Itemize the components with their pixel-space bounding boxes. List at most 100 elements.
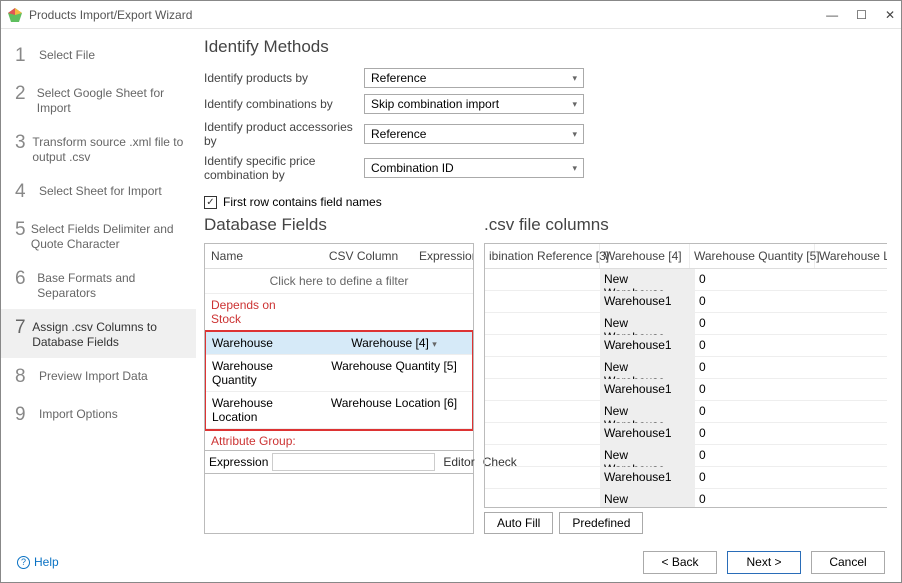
chevron-down-icon: ▾ [432,339,437,349]
chevron-down-icon: ▾ [572,163,577,174]
identify-price-combo-label: Identify specific price combination by [204,154,364,182]
help-link[interactable]: ? Help [17,555,59,569]
step-google-sheet[interactable]: 2Select Google Sheet for Import [1,75,196,124]
step-delimiter[interactable]: 5Select Fields Delimiter and Quote Chara… [1,211,196,260]
step-import-options[interactable]: 9Import Options [1,396,196,434]
table-row[interactable]: New Warehouse0 [485,269,887,291]
identify-accessories-row: Identify product accessories by Referenc… [204,120,887,148]
table-row[interactable]: Warehouse QuantityWarehouse Quantity [5] [206,355,472,392]
step-formats[interactable]: 6Base Formats and Separators [1,260,196,309]
chevron-down-icon: ▾ [572,73,577,84]
quantity-cell: 0 [695,357,725,378]
table-row[interactable]: WarehouseWarehouse [4] ▾ [206,332,472,355]
cancel-button[interactable]: Cancel [811,551,885,574]
db-fields-grid: Name CSV Column Expression Click here to… [204,243,474,451]
col-expr[interactable]: Expression [413,244,473,268]
identify-price-combo-select[interactable]: Combination ID▾ [364,158,584,178]
db-fields-header: Name CSV Column Expression [205,244,473,269]
col-csv[interactable]: CSV Column [315,244,413,268]
identify-accessories-select[interactable]: Reference▾ [364,124,584,144]
quantity-cell: 0 [695,467,725,488]
warehouse-cell: New Warehouse [600,269,695,290]
expression-label: Expression [209,455,268,469]
maximize-button[interactable]: ☐ [856,8,867,22]
identify-combinations-row: Identify combinations by Skip combinatio… [204,94,887,114]
filter-row[interactable]: Click here to define a filter [205,269,473,294]
csv-columns-heading: .csv file columns [484,215,887,235]
identify-products-label: Identify products by [204,71,364,85]
wizard-window: Products Import/Export Wizard — ☐ ✕ 1Sel… [0,0,902,583]
window-title: Products Import/Export Wizard [29,8,826,22]
app-icon [7,7,23,23]
editor-button[interactable]: Editor [439,455,478,469]
quantity-cell: 0 [695,379,725,400]
warehouse-cell: Warehouse1 [600,423,695,444]
quantity-cell: 0 [695,291,725,312]
csv-columns-header: ibination Reference [3] Warehouse [4] Wa… [485,244,887,269]
predefined-button[interactable]: Predefined [559,512,643,534]
highlight-box: WarehouseWarehouse [4] ▾ Warehouse Quant… [204,330,474,431]
table-row[interactable]: Warehouse LocationWarehouse Location [6] [206,392,472,429]
identify-combinations-select[interactable]: Skip combination import▾ [364,94,584,114]
warehouse-cell: New Warehouse [600,445,695,466]
table-row[interactable]: Attribute Group: Size [205,430,473,451]
db-fields-heading: Database Fields [204,215,474,235]
step-transform-xml[interactable]: 3Transform source .xml file to output .c… [1,124,196,173]
warehouse-cell: New Warehouse [600,489,695,508]
col-header[interactable]: Warehouse Location [6] [815,244,887,268]
step-assign-columns[interactable]: 7Assign .csv Columns to Database Fields [1,309,196,358]
identify-products-select[interactable]: Reference▾ [364,68,584,88]
csv-columns-grid: ibination Reference [3] Warehouse [4] Wa… [484,243,887,508]
table-row[interactable]: Depends on Stock [205,294,473,331]
check-icon: ✓ [204,196,217,209]
col-header[interactable]: Warehouse [4] [600,244,690,268]
wizard-footer: ? Help < Back Next > Cancel [1,542,901,582]
table-row[interactable]: New Warehouse0 [485,357,887,379]
minimize-button[interactable]: — [826,8,838,22]
table-row[interactable]: Warehouse10 [485,423,887,445]
step-select-file[interactable]: 1Select File [1,37,196,75]
main-panel: Identify Methods Identify products by Re… [196,29,901,542]
close-button[interactable]: ✕ [885,8,895,22]
table-row[interactable]: Warehouse10 [485,379,887,401]
col-header[interactable]: ibination Reference [3] [485,244,600,268]
auto-fill-button[interactable]: Auto Fill [484,512,553,534]
identify-price-combo-row: Identify specific price combination by C… [204,154,887,182]
table-row[interactable]: Warehouse10 [485,291,887,313]
warehouse-cell: Warehouse1 [600,291,695,312]
step-select-sheet[interactable]: 4Select Sheet for Import [1,173,196,211]
warehouse-cell: New Warehouse [600,313,695,334]
chevron-down-icon: ▾ [572,129,577,140]
quantity-cell: 0 [695,423,725,444]
back-button[interactable]: < Back [643,551,717,574]
identify-combinations-label: Identify combinations by [204,97,364,111]
warehouse-cell: Warehouse1 [600,379,695,400]
table-row[interactable]: Warehouse10 [485,335,887,357]
next-button[interactable]: Next > [727,551,801,574]
table-row[interactable]: Warehouse10 [485,467,887,489]
quantity-cell: 0 [695,445,725,466]
first-row-names-checkbox[interactable]: ✓ First row contains field names [204,195,887,209]
warehouse-cell: Warehouse1 [600,335,695,356]
table-row[interactable]: New Warehouse0 [485,313,887,335]
wizard-steps-sidebar: 1Select File 2Select Google Sheet for Im… [1,29,196,542]
titlebar: Products Import/Export Wizard — ☐ ✕ [1,1,901,29]
identify-accessories-label: Identify product accessories by [204,120,364,148]
quantity-cell: 0 [695,335,725,356]
chevron-down-icon: ▾ [572,99,577,110]
expression-input[interactable] [272,453,435,471]
expression-bar: Expression Editor Check [204,451,474,474]
expression-preview [204,474,474,534]
col-name[interactable]: Name [205,244,315,268]
quantity-cell: 0 [695,269,725,290]
table-row[interactable]: New Warehouse0 [485,489,887,508]
identify-products-row: Identify products by Reference▾ [204,68,887,88]
table-row[interactable]: New Warehouse0 [485,445,887,467]
step-preview[interactable]: 8Preview Import Data [1,358,196,396]
identify-heading: Identify Methods [204,37,887,57]
table-row[interactable]: New Warehouse0 [485,401,887,423]
warehouse-cell: New Warehouse [600,401,695,422]
col-header[interactable]: Warehouse Quantity [5] [690,244,815,268]
warehouse-cell: New Warehouse [600,357,695,378]
quantity-cell: 0 [695,313,725,334]
